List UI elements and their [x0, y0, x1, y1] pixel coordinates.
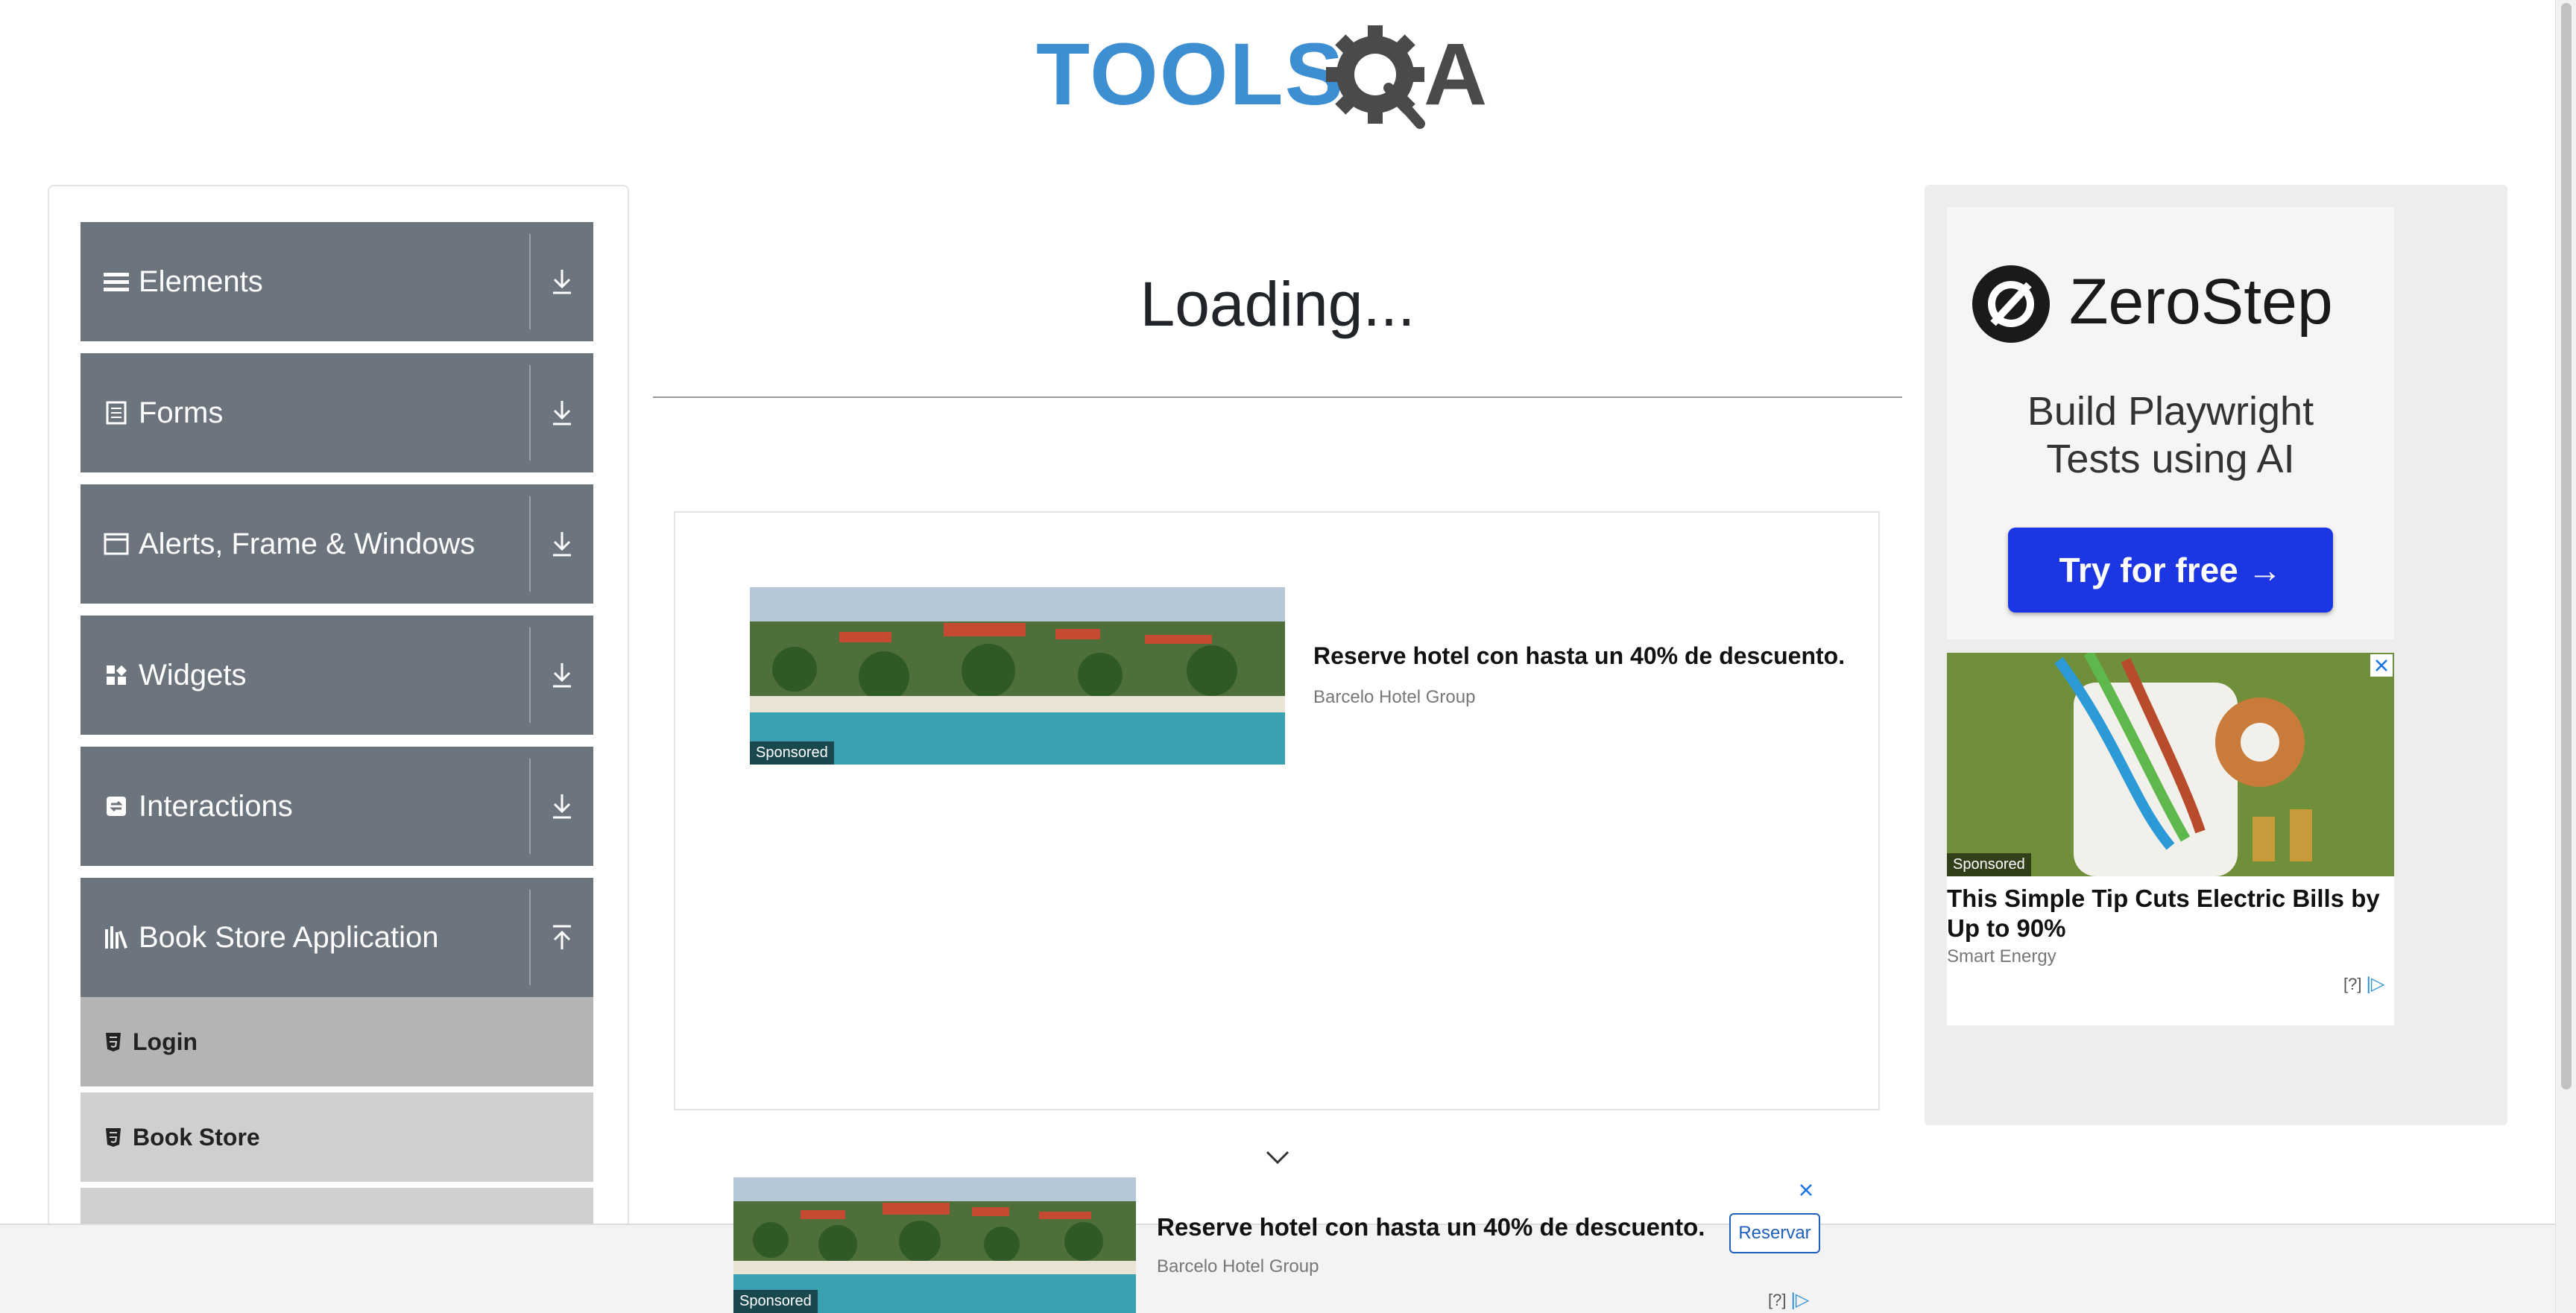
divider: [529, 627, 531, 723]
download-icon[interactable]: [541, 259, 583, 304]
zerostep-brand: ZeroStep: [2069, 266, 2333, 338]
divider: [529, 759, 531, 854]
divider-line: [653, 396, 1902, 398]
sponsored-label: Sponsored: [750, 741, 834, 765]
banner-ad-title[interactable]: Reserve hotel con hasta un 40% de descue…: [1157, 1213, 1705, 1241]
hotel-ad-image[interactable]: Sponsored: [750, 587, 1285, 765]
logo-gear-icon: [1326, 25, 1425, 129]
energy-ad-title[interactable]: This Simple Tip Cuts Electric Bills by U…: [1947, 884, 2394, 943]
download-icon[interactable]: [541, 784, 583, 829]
close-icon[interactable]: [1795, 1179, 1817, 1201]
group-interactions[interactable]: Interactions: [80, 747, 593, 866]
ad-info-link[interactable]: [?] |▷: [1768, 1289, 1809, 1311]
download-icon[interactable]: [541, 390, 583, 435]
chevron-down-icon[interactable]: [1264, 1149, 1291, 1167]
loading-text: Loading...: [1140, 269, 1415, 339]
try-for-free-button[interactable]: Try for free →: [2008, 528, 2333, 613]
document-icon: [103, 399, 130, 426]
download-icon[interactable]: [541, 653, 583, 697]
divider: [529, 496, 531, 592]
sponsored-label: Sponsored: [1947, 853, 2031, 876]
books-icon: [103, 924, 130, 951]
divider: [529, 365, 531, 461]
menu-item-book-store-label: Book Store: [133, 1123, 260, 1151]
zerostep-tagline-line2: Tests using AI: [2046, 437, 2295, 481]
group-book-store-application[interactable]: Book Store Application: [80, 878, 593, 997]
left-sidebar: Elements Forms Alerts, Frame & Windows W…: [48, 185, 629, 1313]
energy-ad-advertiser: Smart Energy: [1947, 946, 2056, 966]
window-icon: [103, 531, 130, 557]
sponsored-label: Sponsored: [733, 1290, 818, 1313]
energy-ad-image[interactable]: Sponsored: [1947, 653, 2394, 876]
toolsqa-logo[interactable]: TOOLS A: [1036, 22, 1521, 134]
reservar-button[interactable]: Reservar: [1729, 1213, 1820, 1253]
divider: [529, 234, 531, 329]
group-alerts-frame-windows[interactable]: Alerts, Frame & Windows: [80, 484, 593, 604]
download-icon[interactable]: [541, 522, 583, 566]
html5-icon: [104, 1126, 124, 1148]
group-interactions-label: Interactions: [139, 789, 293, 823]
ad-info-link[interactable]: [?] |▷: [2343, 973, 2384, 995]
group-widgets-label: Widgets: [139, 658, 247, 692]
menu-item-book-store[interactable]: Book Store: [80, 1092, 593, 1185]
adchoices-icon[interactable]: |▷: [2367, 974, 2385, 994]
menu-item-login[interactable]: Login: [80, 997, 593, 1089]
zerostep-tagline: Build Playwright Tests using AI: [1947, 387, 2394, 483]
ad-info-text[interactable]: [?]: [2343, 975, 2361, 993]
group-alerts-label: Alerts, Frame & Windows: [139, 527, 476, 560]
hotel-ad-title[interactable]: Reserve hotel con hasta un 40% de descue…: [1313, 642, 1845, 670]
logo-a-text: A: [1424, 25, 1487, 124]
group-book-store-label: Book Store Application: [139, 920, 439, 954]
hotel-ad-advertiser: Barcelo Hotel Group: [1313, 687, 1476, 707]
divider: [529, 890, 531, 985]
banner-ad-advertiser: Barcelo Hotel Group: [1157, 1256, 1319, 1276]
adchoices-icon[interactable]: |▷: [1791, 1290, 1810, 1310]
zerostep-logo-icon: [1971, 264, 2051, 344]
group-widgets[interactable]: Widgets: [80, 616, 593, 735]
upload-icon[interactable]: [541, 915, 583, 960]
scrollbar-thumb[interactable]: [2561, 3, 2572, 1089]
banner-hotel-image[interactable]: Sponsored: [733, 1177, 1136, 1313]
group-forms-label: Forms: [139, 396, 224, 429]
menu-item-login-label: Login: [133, 1028, 198, 1055]
logo-tools-text: TOOLS: [1036, 25, 1345, 124]
group-forms[interactable]: Forms: [80, 353, 593, 472]
ad-info-text[interactable]: [?]: [1768, 1291, 1786, 1309]
zerostep-tagline-line1: Build Playwright: [2027, 389, 2314, 434]
list-icon: [103, 268, 130, 295]
widgets-icon: [103, 662, 130, 689]
group-elements-label: Elements: [139, 265, 263, 298]
group-elements[interactable]: Elements: [80, 222, 593, 341]
interactions-icon: [103, 793, 130, 820]
close-icon[interactable]: [2370, 654, 2393, 677]
html5-icon: [104, 1031, 124, 1053]
